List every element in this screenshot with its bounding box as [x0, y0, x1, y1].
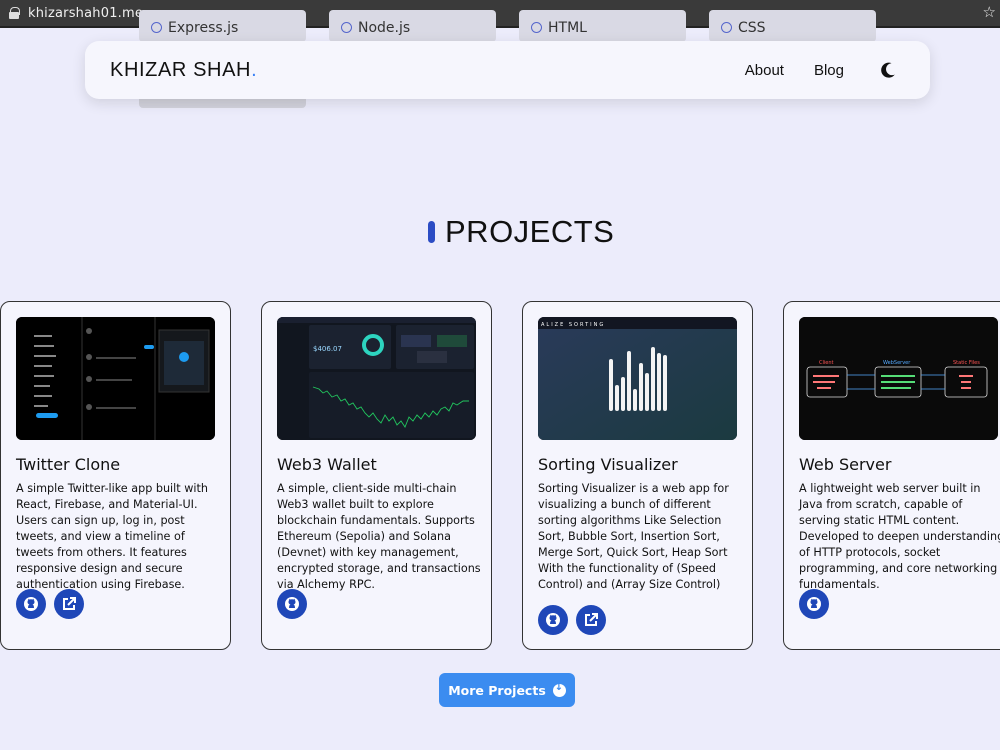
external-link-icon [63, 597, 76, 610]
bookmark-star-icon[interactable]: ☆ [983, 3, 996, 21]
project-card-sorting-visualizer: ALIZE SORTING Sorting Visualizer Sorting… [522, 301, 753, 650]
github-icon [24, 597, 38, 611]
radio-icon [721, 22, 732, 33]
project-card-web3-wallet: $406.07 Web3 Wallet A simple, client-sid… [261, 301, 492, 650]
nav-link-about[interactable]: About [745, 62, 784, 79]
brand-logo[interactable]: KHIZAR SHAH. [110, 59, 257, 82]
project-title: Sorting Visualizer [538, 455, 678, 474]
nav-link-blog[interactable]: Blog [814, 62, 844, 79]
project-thumbnail: $406.07 [277, 317, 476, 440]
github-icon [807, 597, 821, 611]
project-card-twitter-clone: Twitter Clone A simple Twitter-like app … [0, 301, 231, 650]
project-title: Web3 Wallet [277, 455, 377, 474]
github-button[interactable] [16, 589, 46, 619]
skill-label: CSS [738, 20, 766, 36]
more-projects-button[interactable]: More Projects [439, 673, 575, 707]
radio-icon [531, 22, 542, 33]
radio-icon [341, 22, 352, 33]
thumb-header: ALIZE SORTING [541, 322, 605, 328]
github-button[interactable] [277, 589, 307, 619]
github-button[interactable] [799, 589, 829, 619]
nav-links: About Blog [745, 62, 844, 79]
project-thumbnail [16, 317, 215, 440]
project-title: Twitter Clone [16, 455, 121, 474]
project-title: Web Server [799, 455, 892, 474]
thumb-label-client: Client [819, 360, 834, 366]
skill-card-html: HTML [519, 10, 686, 42]
skill-label: HTML [548, 20, 587, 36]
live-demo-button[interactable] [54, 589, 84, 619]
navbar: KHIZAR SHAH. About Blog [85, 41, 930, 99]
brand-name: KHIZAR SHAH [110, 58, 252, 81]
skill-card-css: CSS [709, 10, 876, 42]
brand-dot: . [251, 58, 258, 81]
github-icon [285, 597, 299, 611]
github-icon [546, 613, 560, 627]
title-accent-bar [428, 221, 435, 243]
project-description: A lightweight web server built in Java f… [799, 482, 1000, 591]
thumb-label-webserver: WebServer [883, 360, 911, 366]
project-card-web-server: Client WebServer Static Files Web Server… [783, 301, 1000, 650]
project-description: A simple, client-side multi-chain Web3 w… [277, 482, 481, 591]
arrow-down-circle-icon [552, 682, 566, 697]
moon-icon[interactable] [878, 60, 898, 80]
section-title-text: PROJECTS [445, 214, 615, 249]
skill-card-node: Node.js [329, 10, 496, 42]
project-thumbnail: Client WebServer Static Files [799, 317, 998, 440]
lock-icon [9, 7, 20, 19]
project-thumbnail: ALIZE SORTING [538, 317, 737, 440]
external-link-icon [585, 613, 598, 626]
radio-icon [151, 22, 162, 33]
skill-label: Node.js [358, 20, 411, 36]
thumb-label-static-files: Static Files [953, 360, 980, 366]
section-title: PROJECTS [428, 214, 614, 250]
github-button[interactable] [538, 605, 568, 635]
project-description: Sorting Visualizer is a web app for visu… [538, 482, 729, 591]
project-description: A simple Twitter-like app built with Rea… [16, 482, 208, 591]
url-text[interactable]: khizarshah01.me [28, 6, 143, 21]
wallet-balance: $406.07 [313, 345, 342, 353]
live-demo-button[interactable] [576, 605, 606, 635]
skill-card-express: Express.js [139, 10, 306, 42]
skill-label: Express.js [168, 20, 239, 36]
more-projects-label: More Projects [448, 682, 546, 698]
